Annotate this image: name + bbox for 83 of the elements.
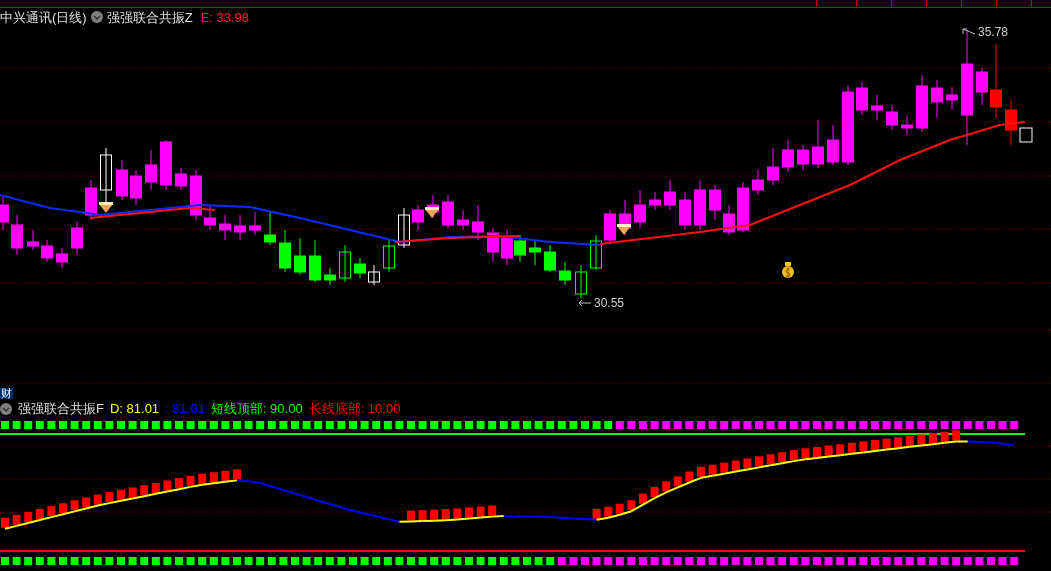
- candlestick: [412, 204, 424, 231]
- arrow-icon: [962, 28, 976, 36]
- candlestick: [457, 209, 469, 231]
- candlestick: [916, 74, 928, 133]
- candlestick: [354, 257, 366, 279]
- candlestick: [694, 179, 706, 231]
- candlestick: [71, 221, 83, 256]
- candlestick: [544, 244, 556, 273]
- indicator-name: 强强联合共振Z: [106, 10, 193, 24]
- indicator-reading: D: 81.01: [109, 402, 160, 415]
- diamond-icon: [617, 224, 631, 235]
- candlestick: [797, 144, 809, 171]
- diamond-icon: [99, 202, 113, 213]
- candlestick: [264, 211, 276, 246]
- chevron-down-icon[interactable]: [90, 11, 103, 23]
- candlestick: [219, 214, 231, 241]
- candlestick: [812, 119, 824, 169]
- indicator-reading: 短线顶部: 90.00: [210, 402, 303, 415]
- diamond-icon: [425, 207, 439, 218]
- candlestick: [204, 204, 216, 231]
- candlestick: [175, 167, 187, 191]
- candlestick: [309, 239, 321, 283]
- candlestick: [604, 209, 616, 246]
- candlestick: [294, 237, 306, 276]
- candlestick: [679, 191, 691, 231]
- high-price-label: 35.78: [978, 26, 1009, 38]
- candlestick: [85, 179, 97, 221]
- candlestick: [56, 247, 68, 269]
- candlestick: [487, 227, 499, 263]
- candlestick: [529, 239, 541, 266]
- candlestick: [116, 159, 128, 201]
- candlestick: [575, 264, 587, 299]
- candlestick: [976, 67, 988, 106]
- candlestick: [11, 214, 23, 256]
- candlestick: [472, 204, 484, 241]
- candlestick: [0, 194, 9, 231]
- candlestick: [827, 124, 839, 166]
- indicator-reading: 长线底部: 10.00: [308, 402, 401, 415]
- candlestick: [723, 204, 735, 236]
- candlestick: [41, 239, 53, 263]
- low-price-label: 30.55: [594, 297, 625, 309]
- candlestick: [559, 261, 571, 286]
- candlestick: [514, 234, 526, 263]
- candlestick: [767, 147, 779, 186]
- indicator-name: 强强联合共振F: [18, 402, 104, 415]
- current-candle-outline: [1019, 127, 1033, 143]
- candlestick: [249, 211, 261, 236]
- arrow-icon: [578, 299, 592, 307]
- candlestick: [398, 207, 410, 249]
- candlestick: [279, 229, 291, 273]
- candlestick: [634, 189, 646, 229]
- candlestick: [737, 181, 749, 233]
- candlestick: [931, 79, 943, 119]
- candlestick: [190, 169, 202, 221]
- candlestick: [856, 81, 868, 116]
- chevron-down-icon[interactable]: [0, 402, 12, 415]
- stock-title: 中兴通讯(日线): [0, 10, 87, 24]
- candlestick: [339, 244, 351, 283]
- candlestick: [871, 94, 883, 121]
- candlestick: [946, 86, 958, 111]
- money-bag-icon: [782, 262, 794, 279]
- candlestick: [27, 229, 39, 251]
- indicator-reading: : 81.01: [165, 402, 205, 415]
- candlestick: [590, 234, 602, 271]
- candlestick: [501, 229, 513, 266]
- candlestick: [234, 214, 246, 241]
- candlestick: [886, 104, 898, 131]
- candlestick: [649, 191, 661, 211]
- candlestick: [901, 114, 913, 136]
- candlestick: [752, 169, 764, 196]
- candlestick: [130, 169, 142, 206]
- candlestick: [324, 267, 336, 286]
- indicator-value: E: 33.98: [200, 10, 250, 24]
- candlestick: [383, 239, 395, 273]
- candlestick: [782, 139, 794, 173]
- finance-tag[interactable]: 财: [0, 387, 13, 399]
- candlestick: [1005, 99, 1017, 146]
- candlestick: [664, 179, 676, 211]
- candlestick: [709, 184, 721, 221]
- candlestick: [160, 139, 172, 191]
- candlestick: [368, 264, 380, 286]
- candlestick: [145, 149, 157, 191]
- candlestick: [442, 194, 454, 229]
